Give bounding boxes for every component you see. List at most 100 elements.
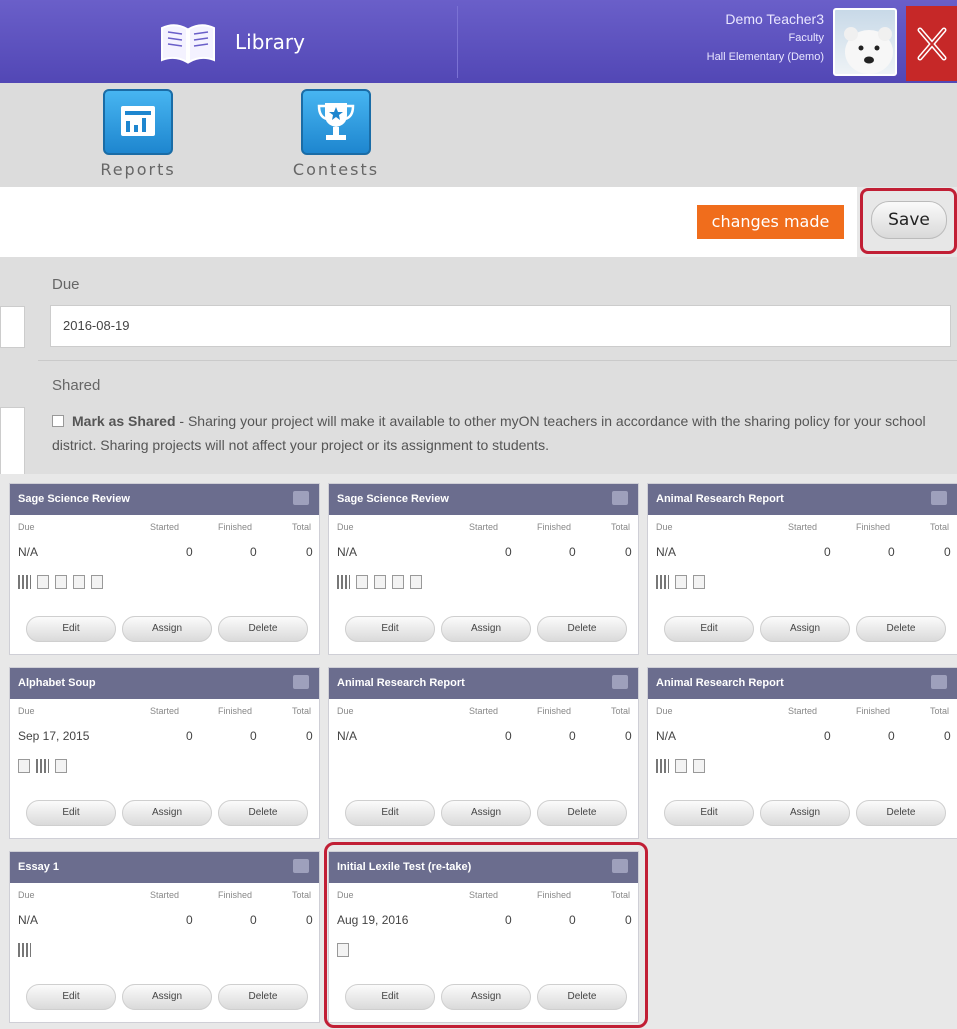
assign-button[interactable]: Assign [122,800,212,826]
quiz-activity-icon[interactable] [37,575,49,589]
writing-activity-icon[interactable] [392,575,404,589]
app-title: Library [235,30,305,54]
col-finished: Finished [218,890,253,900]
expand-icon[interactable] [612,675,628,689]
finished-value: 0 [250,913,257,927]
writing-activity-icon[interactable] [675,759,687,773]
project-card-header[interactable]: Animal Research Report [648,668,957,699]
delete-button[interactable]: Delete [537,616,627,642]
book-activity-icon[interactable] [18,943,31,957]
total-value: 0 [306,729,313,743]
expand-icon[interactable] [293,859,309,873]
finished-value: 0 [250,545,257,559]
quiz-activity-icon[interactable] [693,759,705,773]
total-value: 0 [306,913,313,927]
app-header: Library Demo Teacher3 Faculty Hall Eleme… [0,0,957,83]
col-finished: Finished [856,706,891,716]
card-actions: Edit Assign Delete [10,616,319,644]
book-activity-icon[interactable] [656,759,669,773]
total-value: 0 [625,545,632,559]
col-due: Due [656,706,673,716]
project-card-header[interactable]: Animal Research Report [648,484,957,515]
expand-icon[interactable] [293,675,309,689]
close-icon [917,27,947,61]
edit-button[interactable]: Edit [664,616,754,642]
delete-button[interactable]: Delete [218,616,308,642]
left-field-partial-2[interactable] [0,407,25,475]
project-card: Animal Research Report Due Started Finished… [647,483,957,655]
expand-icon[interactable] [293,491,309,505]
close-button[interactable] [906,6,957,81]
expand-icon[interactable] [612,491,628,505]
book-activity-icon[interactable] [337,575,350,589]
card-actions: Edit Assign Delete [329,616,638,644]
card-actions: Edit Assign Delete [10,800,319,828]
writing-activity-icon[interactable] [55,575,67,589]
assign-button[interactable]: Assign [441,800,531,826]
project-card-header[interactable]: Sage Science Review [10,484,319,515]
card-column-headers: Due Started Finished Total [10,699,319,723]
delete-button[interactable]: Delete [537,800,627,826]
quiz-activity-icon[interactable] [410,575,422,589]
assign-button[interactable]: Assign [760,800,850,826]
due-value: Sep 17, 2015 [18,729,90,743]
started-value: 0 [824,545,831,559]
writing-activity-icon[interactable] [374,575,386,589]
project-card-header[interactable]: Animal Research Report [329,668,638,699]
delete-button[interactable]: Delete [856,800,946,826]
edit-button[interactable]: Edit [26,984,116,1010]
quiz-activity-icon[interactable] [91,575,103,589]
col-finished: Finished [856,522,891,532]
delete-button[interactable]: Delete [218,984,308,1010]
total-value: 0 [625,729,632,743]
assign-button[interactable]: Assign [760,616,850,642]
user-info: Demo Teacher3 Faculty Hall Elementary (D… [707,10,824,67]
expand-icon[interactable] [931,675,947,689]
edit-button[interactable]: Edit [26,616,116,642]
col-started: Started [150,706,180,716]
writing-activity-icon[interactable] [55,759,67,773]
project-card-header[interactable]: Alphabet Soup [10,668,319,699]
col-finished: Finished [218,706,253,716]
book-activity-icon[interactable] [18,575,31,589]
started-value: 0 [505,729,512,743]
col-due: Due [656,522,673,532]
assign-button[interactable]: Assign [122,984,212,1010]
card-actions: Edit Assign Delete [648,616,957,644]
book-activity-icon[interactable] [36,759,49,773]
edit-button[interactable]: Edit [26,800,116,826]
writing-activity-icon[interactable] [18,759,30,773]
writing-activity-icon[interactable] [675,575,687,589]
edit-button[interactable]: Edit [664,800,754,826]
started-value: 0 [505,545,512,559]
reports-tool[interactable]: Reports [83,89,193,179]
project-card-header[interactable]: Essay 1 [10,852,319,883]
finished-value: 0 [888,545,895,559]
assign-button[interactable]: Assign [122,616,212,642]
delete-button[interactable]: Delete [856,616,946,642]
shared-label: Shared [52,377,101,394]
writing-activity-icon[interactable] [73,575,85,589]
card-actions: Edit Assign Delete [648,800,957,828]
left-field-partial[interactable] [0,306,25,348]
mark-shared-checkbox[interactable] [52,415,64,427]
col-total: Total [930,706,950,716]
card-values: N/A 0 0 0 [329,539,638,569]
card-values: Sep 17, 2015 0 0 0 [10,723,319,753]
delete-button[interactable]: Delete [218,800,308,826]
contests-tool[interactable]: Contests [281,89,391,179]
project-card-header[interactable]: Sage Science Review [329,484,638,515]
avatar[interactable] [833,8,897,76]
due-date-field[interactable]: 2016-08-19 [50,305,951,347]
edit-button[interactable]: Edit [345,800,435,826]
book-activity-icon[interactable] [656,575,669,589]
finished-value: 0 [569,545,576,559]
quiz-activity-icon[interactable] [693,575,705,589]
col-started: Started [150,890,180,900]
shared-section: Mark as Shared - Sharing your project wi… [52,409,942,457]
project-card: Sage Science Review Due Started Finished Tot… [328,483,639,655]
edit-button[interactable]: Edit [345,616,435,642]
assign-button[interactable]: Assign [441,616,531,642]
quiz-activity-icon[interactable] [356,575,368,589]
expand-icon[interactable] [931,491,947,505]
